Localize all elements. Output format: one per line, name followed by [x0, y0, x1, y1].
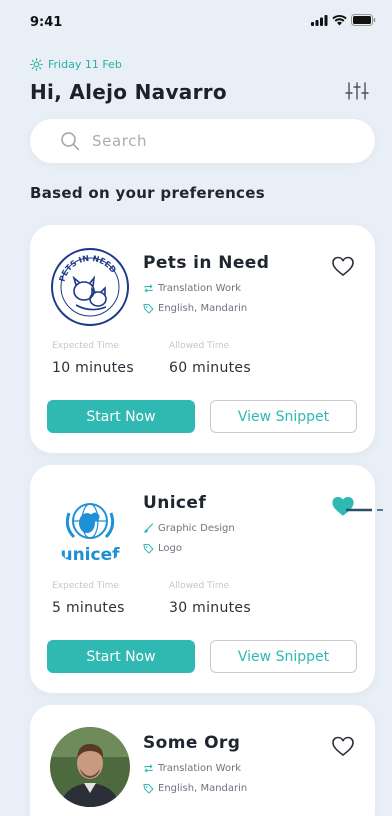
opportunity-card[interactable]: Some Org Translation Work English, Manda…: [30, 705, 375, 816]
expected-time-label: Expected Time: [52, 341, 119, 351]
system-icons: [311, 14, 376, 26]
view-snippet-button[interactable]: View Snippet: [210, 400, 357, 433]
expected-time-value: 10 minutes: [52, 360, 134, 376]
allowed-time-label: Allowed Time: [169, 341, 230, 351]
tags-label: English, Mandarin: [158, 783, 248, 794]
allowed-time-label: Allowed Time: [169, 581, 230, 591]
current-date: Friday 11 Feb: [48, 58, 122, 71]
tag-icon: [143, 784, 154, 794]
search-icon: [61, 132, 80, 151]
battery-icon: [351, 14, 376, 26]
org-logo-unicef: unicef: [50, 487, 130, 567]
tags-label: English, Mandarin: [158, 303, 248, 314]
wifi-icon: [332, 14, 347, 25]
org-name: Some Org: [143, 733, 241, 753]
category-label: Translation Work: [158, 283, 241, 294]
paint-brush-icon: [144, 523, 154, 533]
org-logo-pets-in-need: PETS IN NEED: [50, 247, 130, 327]
favorite-button[interactable]: [331, 255, 355, 277]
search-bar[interactable]: [30, 119, 375, 163]
tags-label: Logo: [158, 543, 182, 554]
tags-row: English, Mandarin: [143, 303, 247, 314]
category-row: Graphic Design: [143, 523, 235, 534]
tags-row: Logo: [143, 543, 182, 554]
opportunity-card[interactable]: unicef Unicef Graphic Design Logo Expect…: [30, 465, 375, 693]
allowed-time-value: 30 minutes: [169, 600, 251, 616]
org-name: Unicef: [143, 493, 207, 513]
favorite-button[interactable]: [331, 735, 355, 757]
org-name: Pets in Need: [143, 253, 270, 273]
expected-time-value: 5 minutes: [52, 600, 125, 616]
tag-icon: [143, 544, 154, 554]
tag-icon: [143, 304, 154, 314]
sun-icon: [30, 58, 43, 71]
category-row: Translation Work: [143, 763, 241, 774]
expected-time-label: Expected Time: [52, 581, 119, 591]
opportunity-card[interactable]: PETS IN NEED Pets in Need Translation Wo…: [30, 225, 375, 453]
heart-outline-icon: [332, 256, 354, 277]
status-bar: 9:41: [0, 0, 392, 48]
org-avatar-photo: [50, 727, 130, 807]
filter-button[interactable]: [344, 80, 370, 102]
signal-icon: [311, 14, 328, 26]
tags-row: English, Mandarin: [143, 783, 247, 794]
drag-line-icon: [346, 508, 383, 512]
logo-text: unicef: [60, 545, 120, 565]
sliders-icon: [345, 82, 369, 100]
view-snippet-button[interactable]: View Snippet: [210, 640, 357, 673]
category-label: Translation Work: [158, 763, 241, 774]
section-title: Based on your preferences: [30, 184, 265, 202]
repeat-icon: [144, 284, 153, 293]
search-input[interactable]: [92, 132, 332, 150]
category-row: Translation Work: [143, 283, 241, 294]
date-row: Friday 11 Feb: [30, 58, 122, 71]
status-time: 9:41: [30, 15, 63, 30]
start-now-button[interactable]: Start Now: [47, 400, 195, 433]
heart-outline-icon: [332, 736, 354, 757]
allowed-time-value: 60 minutes: [169, 360, 251, 376]
category-label: Graphic Design: [158, 523, 235, 534]
repeat-icon: [144, 764, 153, 773]
greeting-title: Hi, Alejo Navarro: [30, 80, 227, 104]
start-now-button[interactable]: Start Now: [47, 640, 195, 673]
